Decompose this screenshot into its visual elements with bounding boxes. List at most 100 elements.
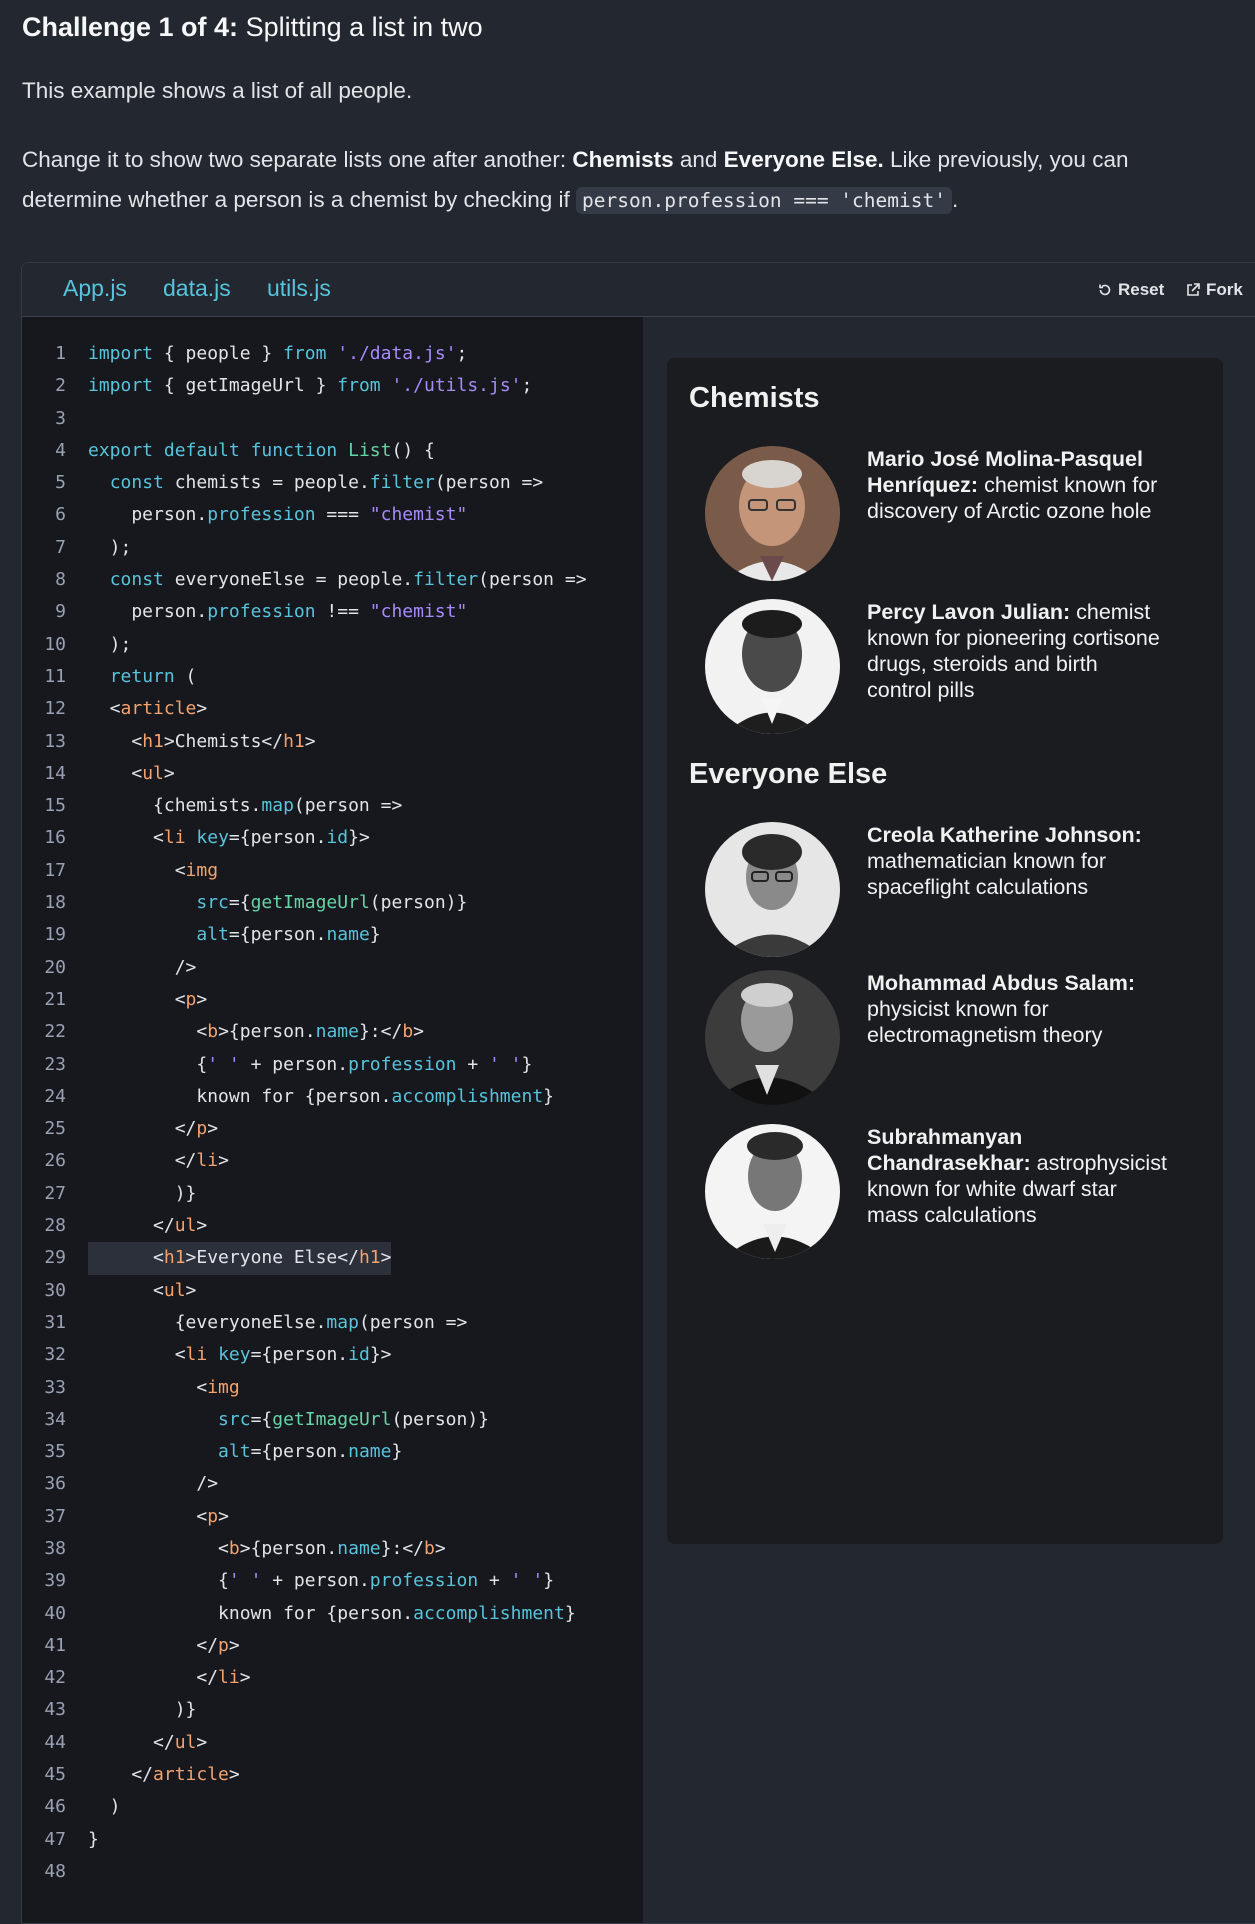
code-line[interactable]: 1 import { people } from './data.js'; bbox=[22, 338, 467, 370]
code-text[interactable]: import { getImageUrl } from './utils.js'… bbox=[88, 370, 532, 402]
code-text[interactable]: )} bbox=[88, 1178, 197, 1210]
code-text[interactable]: person.profession === "chemist" bbox=[88, 499, 467, 531]
code-line[interactable]: 9 person.profession !== "chemist" bbox=[22, 596, 467, 628]
code-text[interactable]: <img bbox=[88, 855, 218, 887]
code-line[interactable]: 4 export default function List() { bbox=[22, 435, 435, 467]
code-line[interactable]: 21 <p> bbox=[22, 984, 207, 1016]
code-line[interactable]: 13 <h1>Chemists</h1> bbox=[22, 726, 315, 758]
code-content[interactable]: 1 import { people } from './data.js'; 2 imp… bbox=[22, 338, 586, 1888]
fork-button[interactable]: Fork bbox=[1185, 280, 1243, 300]
code-text[interactable]: import { people } from './data.js'; bbox=[88, 338, 467, 370]
code-text[interactable]: </article> bbox=[88, 1759, 239, 1791]
code-line[interactable]: 8 const everyoneElse = people.filter(per… bbox=[22, 564, 586, 596]
code-line[interactable]: 44 </ul> bbox=[22, 1727, 207, 1759]
code-text[interactable]: </ul> bbox=[88, 1727, 207, 1759]
code-line[interactable]: 46 ) bbox=[22, 1791, 120, 1823]
code-text[interactable]: alt={person.name} bbox=[88, 919, 380, 951]
code-editor[interactable]: 1 import { people } from './data.js'; 2 imp… bbox=[22, 317, 644, 1923]
code-line[interactable]: 5 const chemists = people.filter(person … bbox=[22, 467, 543, 499]
tab-app-js[interactable]: App.js bbox=[63, 275, 127, 302]
code-text[interactable]: alt={person.name} bbox=[88, 1436, 402, 1468]
code-text[interactable]: </p> bbox=[88, 1630, 239, 1662]
code-text[interactable]: /> bbox=[88, 952, 197, 984]
code-line[interactable]: 16 <li key={person.id}> bbox=[22, 822, 370, 854]
code-line[interactable]: 36 /> bbox=[22, 1468, 218, 1500]
reset-button[interactable]: Reset bbox=[1097, 280, 1164, 300]
code-line[interactable]: 48 bbox=[22, 1856, 66, 1888]
code-line[interactable]: 41 </p> bbox=[22, 1630, 239, 1662]
code-text[interactable]: {' ' + person.profession + ' '} bbox=[88, 1565, 554, 1597]
code-line[interactable]: 19 alt={person.name} bbox=[22, 919, 380, 951]
code-line[interactable]: 23 {' ' + person.profession + ' '} bbox=[22, 1049, 532, 1081]
code-line[interactable]: 38 <b>{person.name}:</b> bbox=[22, 1533, 445, 1565]
code-line[interactable]: 3 bbox=[22, 403, 66, 435]
code-text[interactable]: {everyoneElse.map(person => bbox=[88, 1307, 468, 1339]
code-text[interactable]: <p> bbox=[88, 984, 208, 1016]
code-line[interactable]: 28 </ul> bbox=[22, 1210, 207, 1242]
code-text[interactable]: <article> bbox=[88, 693, 208, 725]
code-line[interactable]: 45 </article> bbox=[22, 1759, 239, 1791]
code-line[interactable]: 6 person.profession === "chemist" bbox=[22, 499, 467, 531]
tab-data-js[interactable]: data.js bbox=[163, 275, 231, 302]
code-line[interactable]: 25 </p> bbox=[22, 1113, 218, 1145]
code-line[interactable]: 35 alt={person.name} bbox=[22, 1436, 402, 1468]
code-text[interactable]: </li> bbox=[88, 1145, 229, 1177]
code-line[interactable]: 10 ); bbox=[22, 629, 131, 661]
code-line[interactable]: 31 {everyoneElse.map(person => bbox=[22, 1307, 467, 1339]
code-text[interactable]: return ( bbox=[88, 661, 197, 693]
code-line[interactable]: 39 {' ' + person.profession + ' '} bbox=[22, 1565, 554, 1597]
code-line[interactable]: 22 <b>{person.name}:</b> bbox=[22, 1016, 424, 1048]
code-text[interactable]: <h1>Chemists</h1> bbox=[88, 726, 315, 758]
code-line[interactable]: 17 <img bbox=[22, 855, 218, 887]
code-text[interactable]: <b>{person.name}:</b> bbox=[88, 1533, 446, 1565]
code-line[interactable]: 43 )} bbox=[22, 1694, 196, 1726]
code-text[interactable]: export default function List() { bbox=[88, 435, 435, 467]
code-text[interactable]: <li key={person.id}> bbox=[88, 1339, 392, 1371]
code-line[interactable]: 47} bbox=[22, 1824, 99, 1856]
code-text[interactable]: known for {person.accomplishment} bbox=[88, 1081, 554, 1113]
code-line[interactable]: 14 <ul> bbox=[22, 758, 174, 790]
code-text[interactable]: src={getImageUrl(person)} bbox=[88, 1404, 489, 1436]
code-text[interactable]: <li key={person.id}> bbox=[88, 822, 370, 854]
code-line[interactable]: 37 <p> bbox=[22, 1501, 229, 1533]
code-line[interactable]: 29 <h1>Everyone Else</h1> bbox=[22, 1242, 392, 1275]
code-line[interactable]: 33 <img bbox=[22, 1372, 239, 1404]
code-text[interactable]: const everyoneElse = people.filter(perso… bbox=[88, 564, 587, 596]
code-line[interactable]: 7 ); bbox=[22, 532, 131, 564]
code-text[interactable]: } bbox=[88, 1824, 99, 1856]
code-line[interactable]: 32 <li key={person.id}> bbox=[22, 1339, 391, 1371]
code-line[interactable]: 2 import { getImageUrl } from './utils.js… bbox=[22, 370, 532, 402]
code-text[interactable]: ) bbox=[88, 1791, 121, 1823]
code-line[interactable]: 30 <ul> bbox=[22, 1275, 196, 1307]
code-line[interactable]: 26 </li> bbox=[22, 1145, 229, 1177]
code-text[interactable]: )} bbox=[88, 1694, 197, 1726]
code-text[interactable]: <ul> bbox=[88, 758, 174, 790]
code-text[interactable]: <h1>Everyone Else</h1> bbox=[88, 1242, 392, 1275]
code-text[interactable]: </p> bbox=[88, 1113, 218, 1145]
code-text[interactable]: <img bbox=[88, 1372, 239, 1404]
code-text[interactable]: <p> bbox=[88, 1501, 229, 1533]
code-text[interactable]: </ul> bbox=[88, 1210, 207, 1242]
code-line[interactable]: 40 known for {person.accomplishment} bbox=[22, 1598, 575, 1630]
code-line[interactable]: 27 )} bbox=[22, 1178, 196, 1210]
code-line[interactable]: 15 {chemists.map(person => bbox=[22, 790, 402, 822]
code-text[interactable]: {' ' + person.profession + ' '} bbox=[88, 1049, 532, 1081]
tab-utils-js[interactable]: utils.js bbox=[267, 275, 331, 302]
code-text[interactable]: </li> bbox=[88, 1662, 250, 1694]
code-text[interactable]: <b>{person.name}:</b> bbox=[88, 1016, 424, 1048]
code-text[interactable]: known for {person.accomplishment} bbox=[88, 1598, 576, 1630]
code-line[interactable]: 11 return ( bbox=[22, 661, 196, 693]
code-line[interactable]: 18 src={getImageUrl(person)} bbox=[22, 887, 467, 919]
code-text[interactable]: src={getImageUrl(person)} bbox=[88, 887, 467, 919]
code-line[interactable]: 20 /> bbox=[22, 952, 196, 984]
code-text[interactable]: person.profession !== "chemist" bbox=[88, 596, 467, 628]
code-line[interactable]: 34 src={getImageUrl(person)} bbox=[22, 1404, 489, 1436]
code-text[interactable]: const chemists = people.filter(person => bbox=[88, 467, 544, 499]
code-line[interactable]: 24 known for {person.accomplishment} bbox=[22, 1081, 554, 1113]
code-text[interactable]: ); bbox=[88, 629, 132, 661]
code-line[interactable]: 42 </li> bbox=[22, 1662, 250, 1694]
code-text[interactable]: {chemists.map(person => bbox=[88, 790, 402, 822]
code-line[interactable]: 12 <article> bbox=[22, 693, 207, 725]
code-text[interactable]: <ul> bbox=[88, 1275, 196, 1307]
code-text[interactable]: /> bbox=[88, 1468, 218, 1500]
